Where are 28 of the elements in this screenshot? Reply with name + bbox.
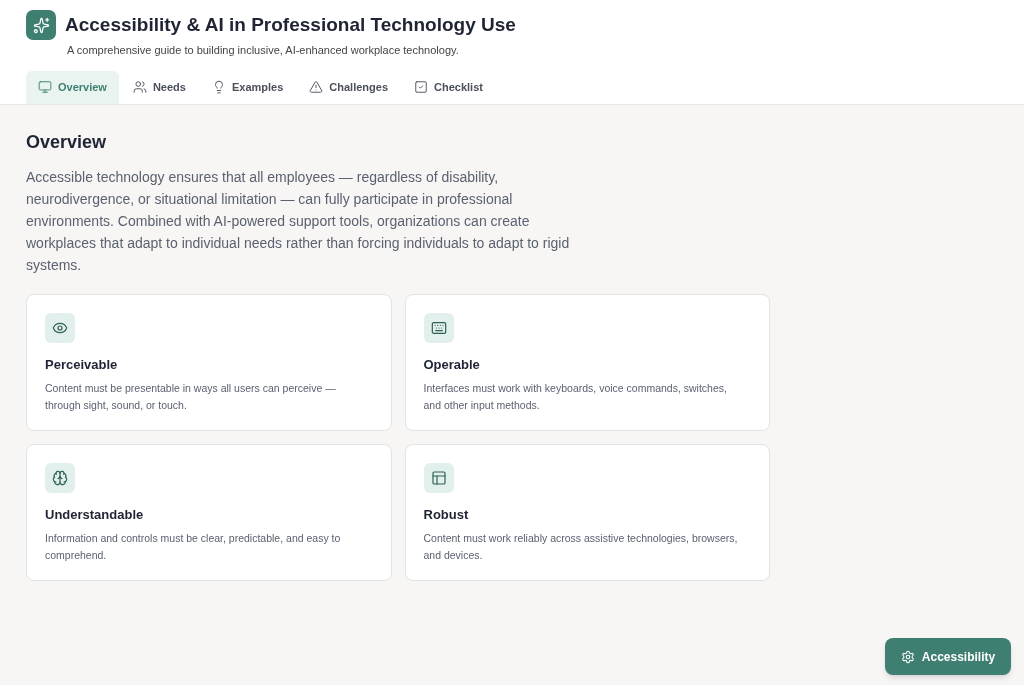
- tab[interactable]: Examples: [199, 70, 296, 104]
- card-title: Operable: [423, 355, 481, 374]
- keyboard-icon: [423, 312, 454, 343]
- tab[interactable]: Needs: [120, 70, 198, 104]
- card-description: Interfaces must work with keyboards, voice commands, switches, and other input methods.: [423, 381, 728, 413]
- intro-paragraph: Accessible technology ensures that all employees — regardless of disability, neurodivergence, or situational limitation — can fully participate in professional environments. Combined with AI-powered support tools, organizations can create workplaces that adapt to individual needs rather than forcing individuals to adapt to rigid systems.: [26, 167, 571, 275]
- monitor-icon: [38, 80, 52, 94]
- tab[interactable]: Checklist: [402, 70, 495, 104]
- card-description: Content must work reliably across assistive technologies, browsers, and devices.: [423, 531, 739, 563]
- card-title: Robust: [423, 505, 470, 524]
- card-description: Content must be presentable in ways all users can perceive — through sight, sound, or touch.: [45, 381, 337, 413]
- tab[interactable]: Overview: [26, 70, 119, 104]
- section-heading: Overview: [26, 130, 108, 154]
- warning-icon: [309, 80, 324, 94]
- layout-icon: [423, 462, 454, 493]
- eye-icon: [45, 312, 75, 343]
- page-title: Accessibility & AI in Professional Technology Use: [65, 13, 516, 37]
- users-icon: [132, 80, 147, 94]
- sparkles-logo-icon: [26, 10, 56, 40]
- card-description: Information and controls must be clear, predictable, and easy to comprehend.: [45, 531, 342, 563]
- card-title: Understandable: [45, 505, 145, 524]
- brain-icon: [45, 462, 75, 493]
- page-subtitle: A comprehensive guide to building inclusive, AI-enhanced workplace technology.: [67, 43, 460, 58]
- accessibility-button[interactable]: Accessibility: [885, 638, 1011, 675]
- checkbox-icon: [414, 80, 428, 94]
- card-title: Perceivable: [45, 355, 119, 374]
- settings-icon: [900, 649, 915, 664]
- tab[interactable]: Challenges: [297, 70, 400, 104]
